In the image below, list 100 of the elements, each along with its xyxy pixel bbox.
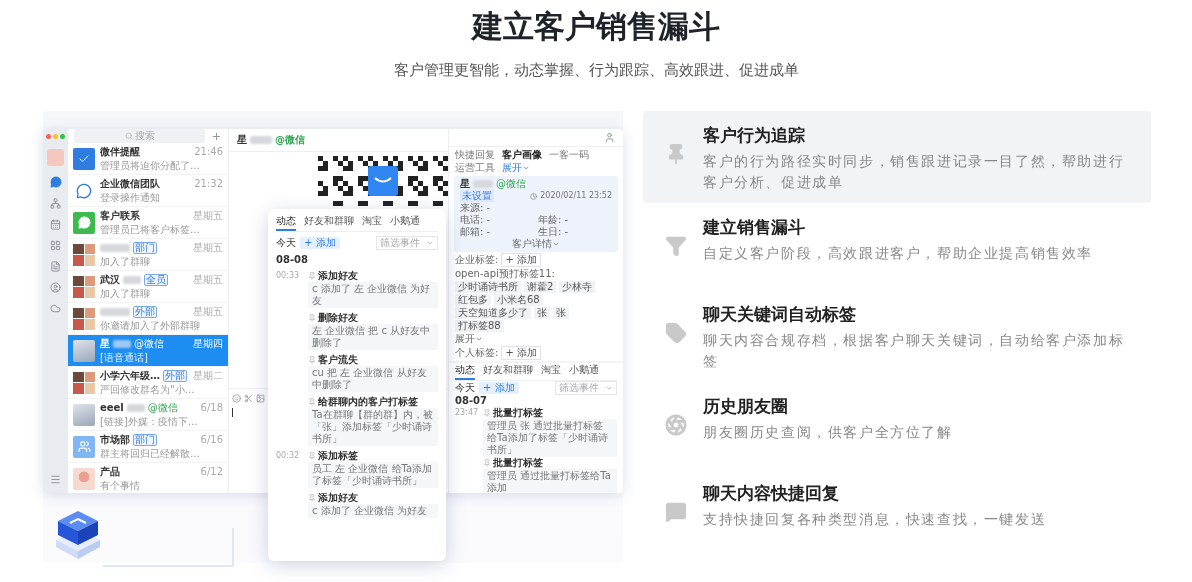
chat-item[interactable]: 外部 星期五 你邀请加入了外部群聊 [68,303,228,335]
chat-time: 星期四 [193,337,223,350]
chat-name: 微伴提醒 [100,145,140,158]
feature-item[interactable]: 客户行为追踪 客户的行为路径实时同步，销售跟进记录一目了然，帮助进行客户分析、促进成单 [643,111,1151,203]
date-label: 08-08 [276,254,309,266]
panel-tab[interactable]: 一客一码 [549,149,589,161]
customer-name: 星 [460,178,470,190]
chat-preview: 严回修改群名为"小… [100,383,196,396]
tag-group-label: open-api预打标签11: [455,268,555,280]
tab[interactable]: 淘宝 [541,364,561,380]
chat-preview: 群主将回归已经解散… [100,447,201,460]
tab[interactable]: 好友和群聊 [304,215,354,231]
customer-field: 电话: - [460,214,534,226]
tab[interactable]: 小鹅通 [390,215,420,231]
event-text: cu 把 左 企业微信 从好友中删除了 [308,366,438,392]
chat-item[interactable]: 客户联系 星期五 管理员已将客户标签… [68,207,228,239]
event-title: 给群聊内的客户打标签 [318,396,418,408]
chat-preview: 登录操作通知 [100,191,161,204]
customer-field: 邮箱: - [460,226,534,238]
expand-link[interactable]: 展开 [502,162,530,174]
tab[interactable]: 淘宝 [362,215,382,231]
feature-description: 聊天内容合规存档，根据客户聊天关键词，自动给客户添加标签 [703,331,1126,371]
tag-chip: 张 [534,307,550,319]
event-title: 客户流失 [318,354,358,366]
feature-description: 自定义客户阶段，高效跟进客户，帮助企业提高销售效率 [703,244,1094,263]
panel-tab[interactable]: 快捷回复 [455,149,495,161]
add-button[interactable]: + 添加 [479,382,519,394]
tab[interactable]: 动态 [276,215,296,231]
add-button[interactable]: + 添加 [300,237,340,249]
feature-description: 客户的行为路径实时同步，销售跟进记录一目了然，帮助进行客户分析、促进成单 [703,152,1126,192]
feature-title: 历史朋友圈 [703,395,789,418]
chat-preview: 管理员将迫你分配了… [100,159,201,172]
tag-chip: 谢藿2 [524,281,557,293]
today-label: 今天 [455,382,475,394]
chat-name: eeel [100,401,124,414]
contact-name: 星 [237,134,247,146]
chat-item[interactable]: 武汉 全员 星期五 加入了群聊 [68,271,228,303]
event-time: 00:33 [276,270,301,282]
add-button[interactable]: + 添加 [501,346,541,360]
customer-field: 年龄: - [538,214,612,226]
details-link[interactable]: 客户详情 [512,238,560,250]
tag-chip: 小米名68 [494,294,543,306]
chat-name: 产品 [100,465,120,478]
wechat-tag: @微信 [275,134,305,146]
tab[interactable]: 动态 [455,364,475,380]
event-text: 员工 左 企业微信 给Ta添加了标签「少时诵诗书所」 [308,462,438,488]
chat-badge: 部门 [133,241,157,254]
event-title: 批量打标签 [493,457,543,469]
tag-chip: 天空知道多少了 [455,307,531,319]
feature-title: 客户行为追踪 [703,124,806,147]
tab[interactable]: 小鹅通 [569,364,599,380]
chat-item[interactable]: 微伴提醒 21:46 管理员将迫你分配了… [68,143,228,175]
event-text: 左 企业微信 把 c 从好友中删除了 [308,324,438,350]
today-label: 今天 [276,237,296,249]
feature-title: 聊天内容快捷回复 [703,482,840,505]
chat-time: 星期五 [193,209,223,222]
chat-name: 市场部 [100,433,130,446]
chat-preview: 加入了群聊 [100,255,151,268]
chat-name: 武汉 [100,273,120,286]
chat-preview: 管理员已将客户标签… [100,223,201,236]
chat-badge: 全员 [144,273,168,286]
wechat-tag: @微信 [134,337,164,350]
date-label: 08-07 [455,395,488,407]
tag-chip: 少时诵诗书所 [455,281,521,293]
event-text: 管理员 通过批量打标签给Ta添加 [483,469,617,493]
feature-description: 朋友圈历史查阅，供客户全方位了解 [703,423,954,442]
event-text: c 添加了 企业微信 为好友 [308,504,438,518]
chat-preview: [语音通话] [100,351,149,364]
chat-item[interactable]: 市场部 部门 6/16 群主将回归已经解散… [68,431,228,463]
chat-badge: 外部 [163,369,187,382]
chat-time: 星期五 [193,273,223,286]
add-button[interactable]: + 添加 [501,253,541,267]
chat-item[interactable]: 企业微信团队 21:32 登录操作通知 [68,175,228,207]
chat-name: 星 [100,337,110,350]
page-subtitle: 客户管理更智能，动态掌握、行为跟踪、高效跟进、促进成单 [393,61,799,80]
chat-preview: 加入了群聊 [100,287,151,300]
chat-item[interactable]: 产品 6/12 有个事情 [68,463,228,493]
chat-time: 6/12 [200,465,223,478]
event-title: 批量打标签 [493,407,543,419]
chat-preview: 你邀请加入了外部群聊 [100,319,201,332]
panel-tab[interactable]: 运营工具 [455,162,495,174]
tab[interactable]: 好友和群聊 [483,364,533,380]
chat-item[interactable]: 部门 星期五 加入了群聊 [68,239,228,271]
chat-preview: 有个事情 [100,479,141,492]
chat-time: 6/18 [200,401,223,414]
chat-time: 星期五 [193,241,223,254]
event-title: 添加标签 [318,450,358,462]
wechat-tag: @微信 [147,401,178,414]
panel-tab[interactable]: 客户画像 [502,149,542,161]
expand-link[interactable]: 展开 [455,333,617,345]
customer-field: 生日: - [538,226,612,238]
status-tag[interactable]: 未设置 [460,190,494,202]
event-title: 添加好友 [318,492,358,504]
chat-time: 星期五 [193,305,223,318]
customer-time: 2020/02/11 23:52 [540,190,612,202]
chat-badge: 部门 [133,433,157,446]
chat-time: 21:46 [194,145,223,158]
chat-name: 企业微信团队 [100,177,160,190]
event-text: c 添加了 左 企业微信 为好友 [308,282,438,308]
event-text: 管理员 张 通过批量打标签给Ta添加了标签「少时诵诗书所」 [483,419,617,457]
